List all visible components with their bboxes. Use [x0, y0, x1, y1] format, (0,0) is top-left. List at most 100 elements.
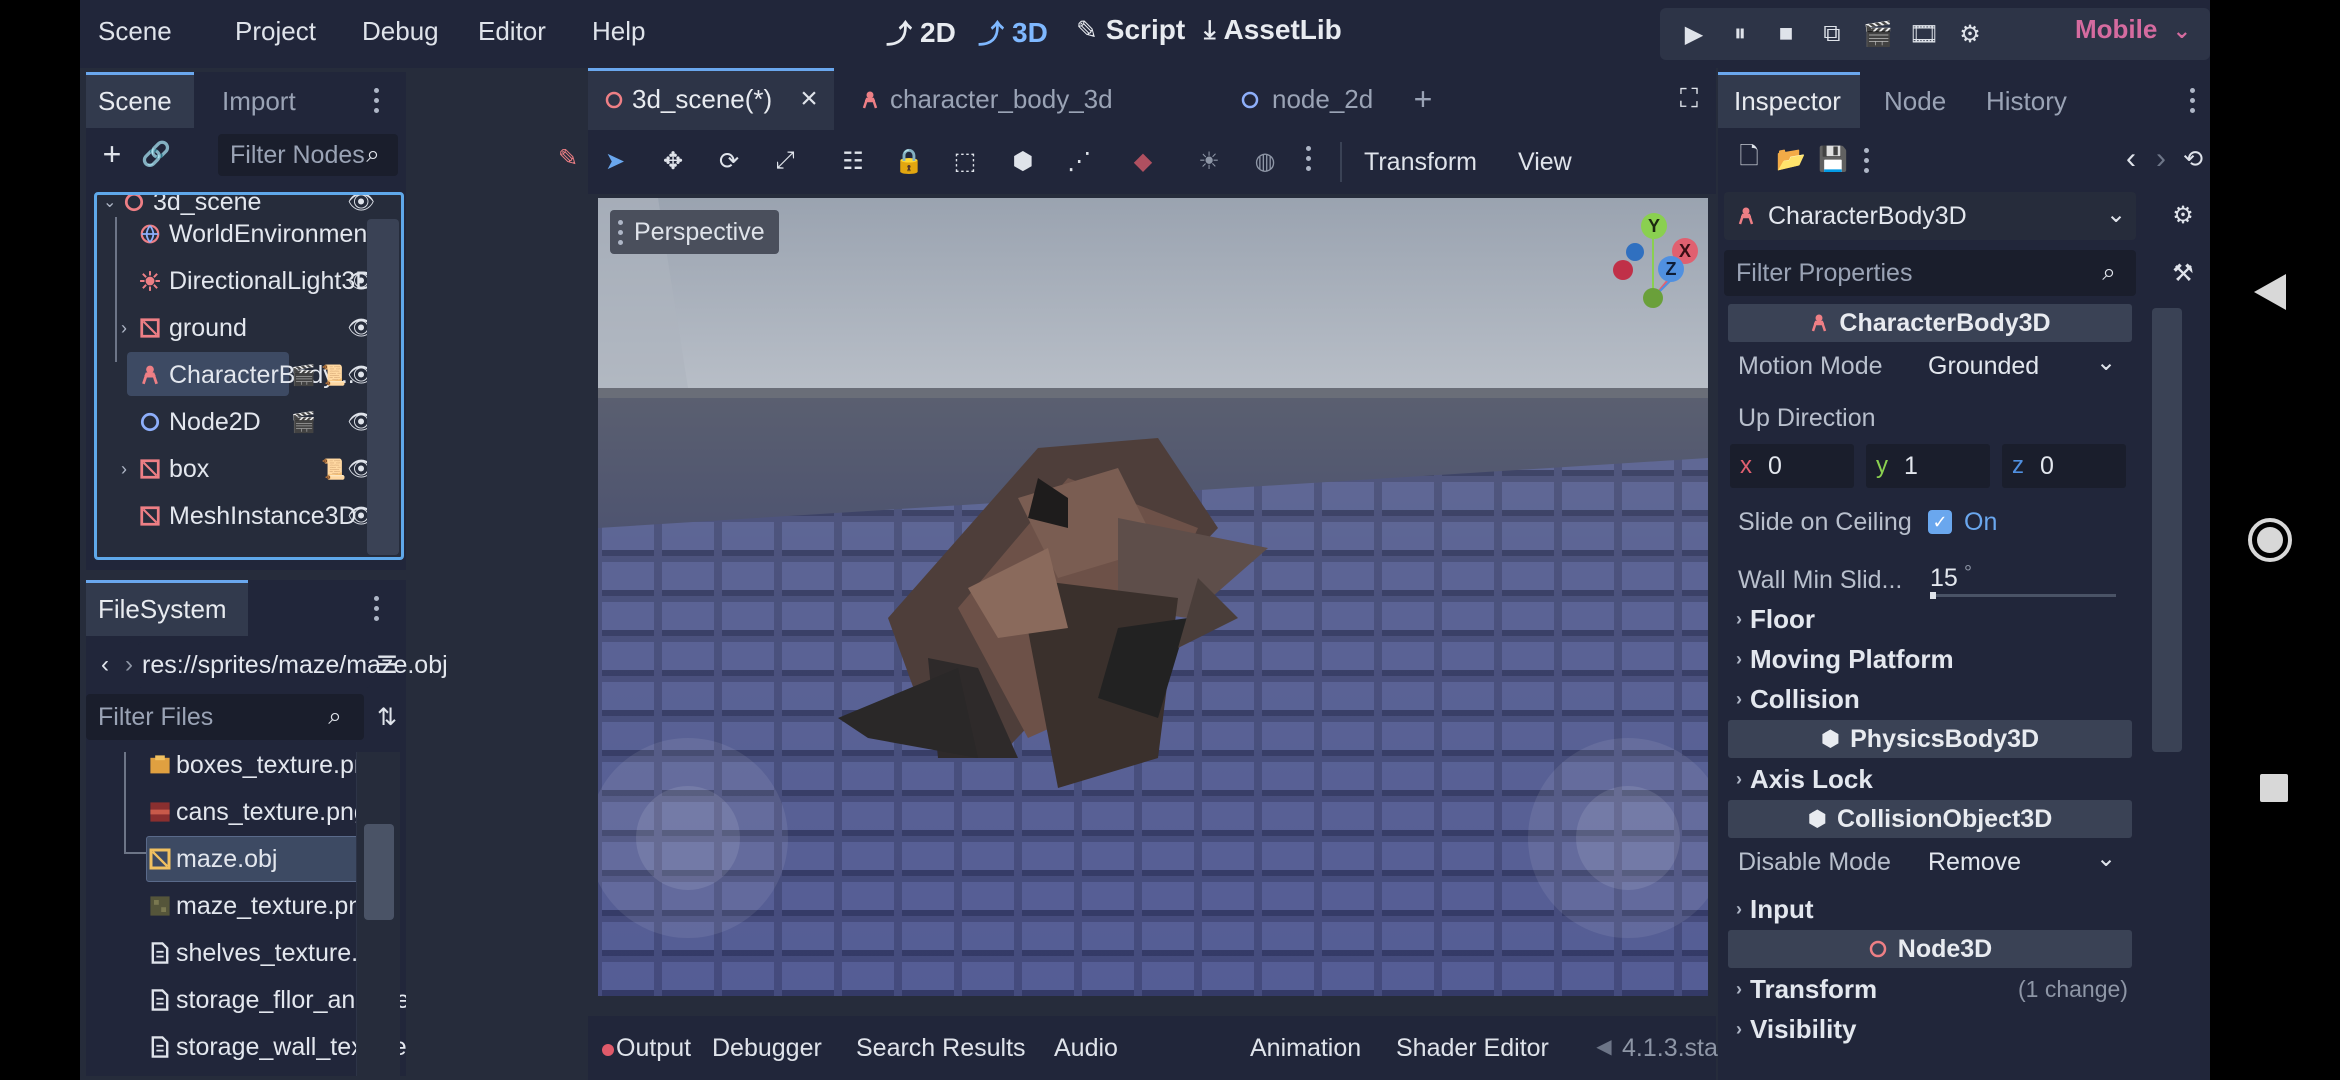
bottom-tab-shader-editor[interactable]: Shader Editor	[1396, 1034, 1549, 1063]
bottom-tab-audio[interactable]: Audio	[1054, 1034, 1118, 1063]
script-icon[interactable]: 📜	[321, 457, 346, 482]
viewport-menu-icon[interactable]	[1304, 146, 1312, 171]
motion-mode-select[interactable]: Grounded ⌄	[1920, 346, 2126, 390]
add-tab-icon[interactable]: +	[1406, 81, 1440, 117]
object-history-icon[interactable]: ⟲	[2176, 142, 2210, 176]
scale-tool-icon[interactable]: ⤢	[768, 144, 802, 178]
list-select-icon[interactable]: ☷	[836, 144, 870, 178]
path-field[interactable]: res://sprites/maze/maze.obj	[138, 642, 448, 688]
lock-icon[interactable]: 🔒	[892, 144, 926, 178]
file-row-maze-obj[interactable]: maze.obj	[86, 836, 376, 882]
tab-inspector[interactable]: Inspector	[1734, 86, 1841, 117]
tab-history[interactable]: History	[1986, 86, 2067, 117]
script-icon[interactable]: 📜	[321, 363, 346, 388]
menu-editor[interactable]: Editor	[478, 16, 546, 47]
menu-project[interactable]: Project	[235, 16, 316, 47]
tab-node-2d[interactable]: node_2d	[1272, 84, 1373, 115]
up-direction-x-field[interactable]: x 0	[1730, 444, 1854, 488]
bottom-tab-animation[interactable]: Animation	[1250, 1034, 1361, 1063]
renderer-select[interactable]: Mobile ⌄	[2075, 14, 2191, 45]
tab-filesystem[interactable]: FileSystem	[98, 594, 227, 625]
tree-item-characterbody[interactable]: CharacterBody... 🎬 📜 👁	[97, 352, 377, 398]
pause-icon[interactable]: ⏸	[1726, 20, 1754, 48]
slide-on-ceiling-checkbox[interactable]: ✓ On	[1920, 500, 2126, 544]
bottom-tab-output[interactable]: Output	[616, 1034, 691, 1063]
file-row-storage-wall[interactable]: storage_wall_texture.p...	[86, 1024, 406, 1070]
menu-debug[interactable]: Debug	[362, 16, 439, 47]
sort-icon[interactable]: ⇅	[370, 700, 404, 734]
tab-character-body-3d[interactable]: character_body_3d	[890, 84, 1113, 115]
file-row-shelves-texture[interactable]: shelves_texture.png	[86, 930, 400, 976]
tab-import[interactable]: Import	[222, 86, 296, 117]
tree-item-box[interactable]: › box 📜 👁	[97, 446, 377, 492]
new-resource-icon[interactable]: 🗋	[1732, 142, 1766, 176]
view-menu[interactable]: View	[1518, 148, 1572, 177]
tree-item-worldenvironment[interactable]: WorldEnvironment	[97, 211, 377, 257]
group-collision[interactable]: › Collision	[1736, 684, 1860, 715]
add-node-icon[interactable]: +	[94, 136, 130, 172]
file-list-scrollbar[interactable]	[364, 824, 394, 920]
tree-item-directionallight3d[interactable]: DirectionalLight3D 👁	[97, 258, 377, 304]
tools-icon[interactable]: ⚒	[2166, 256, 2200, 290]
open-scene-icon[interactable]: 🎬	[291, 363, 316, 388]
menu-scene[interactable]: Scene	[98, 16, 172, 47]
move-tool-icon[interactable]: ✥	[656, 144, 690, 178]
tree-item-ground[interactable]: › ground 👁	[97, 305, 377, 351]
filter-properties-input[interactable]: Filter Properties	[1724, 250, 2136, 296]
right-joystick-knob[interactable]	[1576, 786, 1680, 890]
filesystem-menu-icon[interactable]	[372, 596, 380, 621]
snap-icon[interactable]: ⋰	[1062, 144, 1096, 178]
collapse-arrow-icon[interactable]: ⌄	[103, 195, 116, 212]
group-moving-platform[interactable]: › Moving Platform	[1736, 644, 1954, 675]
gizmo-z-axis[interactable]: Z	[1658, 256, 1684, 282]
group-floor[interactable]: › Floor	[1736, 604, 1815, 635]
workspace-2d-button[interactable]: ⤴ 2D	[886, 14, 956, 51]
link-icon[interactable]: 🔗	[138, 136, 174, 172]
resource-menu-icon[interactable]	[1862, 148, 1870, 173]
close-tab-icon[interactable]: ×	[794, 82, 824, 115]
bottom-tab-debugger[interactable]: Debugger	[712, 1034, 822, 1063]
perspective-menu[interactable]: Perspective	[610, 210, 779, 254]
tab-node[interactable]: Node	[1884, 86, 1946, 117]
android-home-icon[interactable]	[2246, 516, 2294, 564]
play-custom-scene-icon[interactable]: 🎞	[1909, 20, 1939, 48]
android-back-icon[interactable]	[2252, 272, 2288, 312]
group-icon[interactable]: ⬚	[948, 144, 982, 178]
bottom-tab-search-results[interactable]: Search Results	[856, 1034, 1026, 1063]
select-tool-icon[interactable]: ➤	[598, 144, 632, 178]
tree-item-meshinstance3d[interactable]: MeshInstance3D 👁	[97, 493, 377, 539]
gizmo-y-axis[interactable]: Y	[1641, 213, 1667, 239]
tab-3d-scene[interactable]: 3d_scene(*)	[632, 84, 772, 115]
android-recents-icon[interactable]	[2258, 772, 2290, 804]
workspace-3d-button[interactable]: ⤴ 3D	[978, 14, 1048, 51]
save-resource-icon[interactable]: 💾	[1816, 142, 1850, 176]
group-transform[interactable]: › Transform	[1736, 974, 1877, 1005]
workspace-script-button[interactable]: ✎ Script	[1076, 14, 1185, 46]
camera-preview-icon[interactable]: ◆	[1126, 144, 1160, 178]
toggle-split-icon[interactable]: ☰	[372, 650, 402, 680]
movie-maker-icon[interactable]: ⚙	[1956, 20, 1984, 48]
slider-grabber[interactable]	[1930, 592, 1936, 599]
sun-preview-icon[interactable]: ☀	[1192, 144, 1226, 178]
3d-viewport[interactable]: Perspective Y X Z	[598, 198, 1708, 996]
up-direction-y-field[interactable]: y 1	[1866, 444, 1990, 488]
scene-dock-menu-icon[interactable]	[372, 88, 380, 113]
open-scene-icon[interactable]: 🎬	[291, 410, 316, 435]
group-input[interactable]: › Input	[1736, 894, 1814, 925]
inspector-scrollbar[interactable]	[2152, 308, 2182, 752]
stop-icon[interactable]: ■	[1772, 20, 1800, 48]
group-visibility[interactable]: › Visibility	[1736, 1014, 1856, 1045]
tab-scene[interactable]: Scene	[98, 86, 172, 117]
remote-debug-icon[interactable]: ⧉	[1818, 20, 1846, 48]
history-back-icon[interactable]: ‹	[2116, 142, 2146, 176]
disable-mode-select[interactable]: Remove ⌄	[1920, 842, 2126, 886]
transform-menu[interactable]: Transform	[1364, 148, 1477, 177]
group-axis-lock[interactable]: › Axis Lock	[1736, 764, 1873, 795]
wall-min-slide-slider[interactable]: 15 °	[1920, 556, 2126, 600]
fullscreen-icon[interactable]: ⛶	[1672, 82, 1706, 116]
rotate-tool-icon[interactable]: ⟳	[712, 144, 746, 178]
local-space-icon[interactable]: ⬢	[1006, 144, 1040, 178]
object-selector[interactable]: CharacterBody3D ⌄	[1724, 192, 2136, 240]
scene-tree-scrollbar[interactable]	[367, 219, 399, 555]
file-row-maze-texture[interactable]: maze_texture.png	[86, 883, 376, 929]
